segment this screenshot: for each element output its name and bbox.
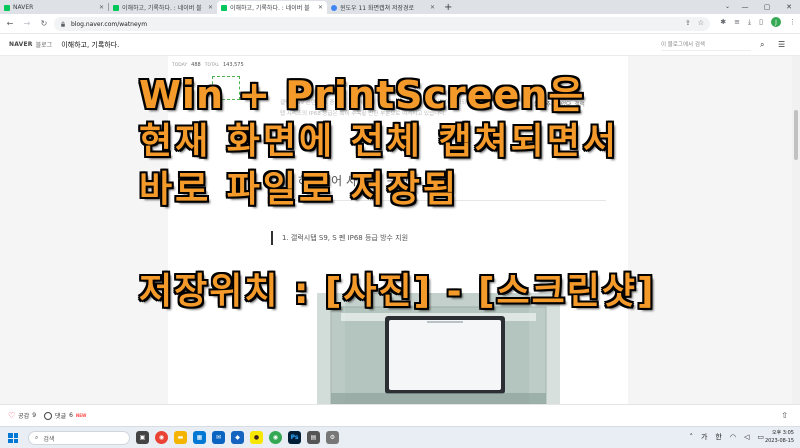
share-page-icon[interactable]: ⇪ (685, 19, 691, 27)
browser-toolbar: ← → ↻ blog.naver.com/watneym ⇪ ☆ ✱ ≡ ⤓ ▯… (0, 14, 800, 34)
kakaotalk-icon[interactable]: ● (250, 431, 263, 444)
ime-language[interactable]: 한 (715, 432, 721, 442)
tab-blog-active[interactable]: 이해하고, 기록하다. : 네이버 블 ✕ (217, 1, 327, 14)
ime-mode[interactable]: 가 (701, 432, 707, 442)
scrollbar-track[interactable] (792, 56, 800, 404)
browser-tab-strip: NAVER ✕ 이해하고, 기록하다. : 네이버 블 ✕ 이해하고, 기록하다… (0, 0, 800, 14)
close-icon[interactable]: ✕ (318, 4, 323, 11)
tab-naver[interactable]: NAVER ✕ (0, 1, 108, 14)
menu-kebab-icon[interactable]: ⋮ (789, 18, 796, 26)
close-icon[interactable]: ✕ (430, 4, 435, 11)
reload-button[interactable]: ↻ (37, 17, 51, 31)
chrome-profile-icon[interactable]: ◉ (269, 431, 282, 444)
misc-app-icon[interactable]: ▤ (307, 431, 320, 444)
blog-logo-suffix[interactable]: 블로그 (36, 40, 53, 49)
tab-blog-1[interactable]: 이해하고, 기록하다. : 네이버 블 ✕ (109, 1, 217, 14)
taskbar-search-label: 검색 (43, 435, 55, 443)
comment-label: 댓글 (55, 413, 67, 420)
taskbar-search[interactable]: ⌕ 검색 (28, 431, 130, 445)
clock-date: 2023-08-15 (764, 437, 794, 444)
like-button[interactable]: ♡ 공감 9 (8, 411, 36, 420)
annotation-line-1: Win + PrintScreen은 (139, 73, 585, 117)
blog-search-input[interactable]: 이 블로그에서 검색 (661, 39, 751, 51)
clock-time: 오후 3:05 (771, 430, 794, 436)
reading-list-icon[interactable]: ≡ (734, 18, 740, 26)
windows-taskbar: ⌕ 검색 ▣ ◉ ▬ ▦ ✉ ◆ ● ◉ Ps ▤ ⚙ ˄ 가 한 ◠ ◁ ▭ … (0, 426, 800, 448)
comment-icon (44, 411, 53, 420)
tab-title: NAVER (13, 4, 34, 11)
settings-app-icon[interactable]: ◆ (231, 431, 244, 444)
comment-count: 6 (69, 412, 73, 419)
tab-google[interactable]: 윈도우 11 화면캡쳐 저장경로 ✕ (327, 1, 439, 14)
tab-search-icon[interactable]: ⌄ (725, 3, 730, 10)
blog-favicon-icon (113, 4, 119, 11)
battery-icon[interactable]: ▭ (757, 433, 764, 441)
heart-icon: ♡ (8, 411, 16, 420)
profile-avatar[interactable]: J (771, 17, 781, 27)
new-badge: NEW (75, 413, 87, 418)
minimize-button[interactable]: — (734, 0, 756, 14)
quote-bar (271, 231, 273, 245)
hamburger-menu-icon[interactable]: ☰ (778, 40, 785, 49)
blog-favicon-icon (221, 4, 227, 11)
side-panel-icon[interactable]: ▯ (759, 18, 763, 26)
store-icon[interactable]: ▦ (193, 431, 206, 444)
close-window-button[interactable]: ✕ (778, 0, 800, 14)
windows-start-icon[interactable] (8, 433, 18, 443)
tab-title: 이해하고, 기록하다. : 네이버 블 (122, 5, 202, 12)
chrome-icon[interactable]: ◉ (155, 431, 168, 444)
forward-button[interactable]: → (20, 17, 34, 31)
annotation-line-3: 바로 파일로 저장됨 (139, 169, 460, 210)
tray-overflow-icon[interactable]: ˄ (689, 433, 693, 441)
photoshop-icon[interactable]: Ps (288, 431, 301, 444)
address-bar[interactable]: blog.naver.com/watneym ⇪ ☆ (54, 17, 710, 31)
url-text: blog.naver.com/watneym (71, 20, 148, 28)
quote-text: 1. 갤럭시탭 S9, S 펜 IP68 등급 방수 지원 (282, 234, 409, 242)
maximize-button[interactable]: ▢ (756, 0, 778, 14)
annotation-line-2: 현재 화면에 전체 캡쳐되면서 (139, 121, 620, 162)
share-icon[interactable]: ⇧ (781, 411, 788, 420)
taskbar-apps: ▣ ◉ ▬ ▦ ✉ ◆ ● ◉ Ps ▤ ⚙ (136, 431, 339, 444)
extensions-icon[interactable]: ✱ (720, 18, 726, 26)
comment-button[interactable]: 댓글 6 NEW (44, 411, 86, 420)
window-controls: — ▢ ✕ (734, 0, 800, 14)
scrollbar-thumb[interactable] (794, 110, 798, 160)
gear-app-icon[interactable]: ⚙ (326, 431, 339, 444)
blog-title[interactable]: 이해하고, 기록하다. (61, 40, 119, 50)
mail-icon[interactable]: ✉ (212, 431, 225, 444)
search-icon: ⌕ (35, 434, 39, 441)
task-view-icon[interactable]: ▣ (136, 431, 149, 444)
bookmark-star-icon[interactable]: ☆ (698, 19, 704, 27)
lock-icon (61, 21, 65, 27)
like-label: 공감 (18, 413, 30, 420)
close-icon[interactable]: ✕ (99, 4, 104, 11)
like-count: 9 (32, 412, 37, 419)
back-button[interactable]: ← (3, 17, 17, 31)
volume-icon[interactable]: ◁ (744, 433, 749, 441)
post-action-bar: ♡ 공감 9 댓글 6 NEW ⇧ (0, 404, 800, 426)
blog-header: NAVER 블로그 이해하고, 기록하다. 이 블로그에서 검색 ⌕ ☰ (0, 34, 800, 56)
downloads-icon[interactable]: ⤓ (748, 18, 751, 27)
search-icon[interactable]: ⌕ (760, 40, 764, 50)
file-explorer-icon[interactable]: ▬ (174, 431, 187, 444)
tab-title: 이해하고, 기록하다. : 네이버 블 (230, 5, 310, 12)
annotation-line-4: 저장위치 : [사진] - [스크린샷] (139, 271, 656, 312)
new-tab-button[interactable]: + (439, 2, 457, 14)
naver-favicon-icon (4, 4, 10, 11)
naver-logo[interactable]: NAVER (9, 41, 33, 48)
google-favicon-icon (331, 4, 337, 11)
wifi-icon[interactable]: ◠ (730, 433, 736, 441)
close-icon[interactable]: ✕ (208, 4, 213, 11)
system-tray: ˄ 가 한 ◠ ◁ ▭ (689, 432, 764, 442)
tab-title: 윈도우 11 화면캡쳐 저장경로 (340, 5, 415, 12)
taskbar-clock[interactable]: 오후 3:05 2023-08-15 (765, 430, 794, 445)
